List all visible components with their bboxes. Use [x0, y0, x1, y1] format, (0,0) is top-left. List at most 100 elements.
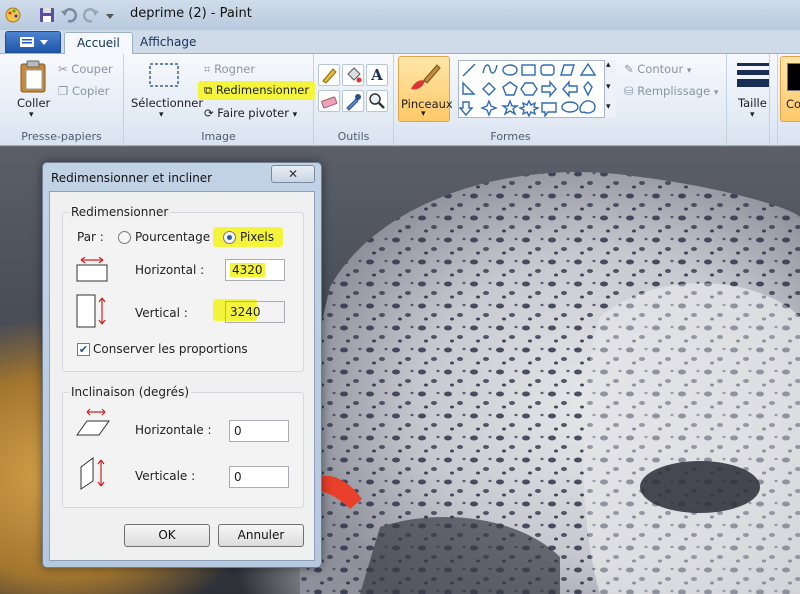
dialog-body: Redimensionner Par : Pourcentage Pixels …	[49, 191, 315, 561]
brushes-dropdown-icon: ▾	[421, 109, 426, 119]
fill-label: Remplissage	[637, 84, 711, 98]
shapes-scrollbar[interactable]: ▴ ▾ ▾	[604, 60, 616, 118]
outline-button[interactable]: ✎ Contour ▾	[624, 62, 691, 76]
dialog-title: Redimensionner et incliner	[51, 171, 213, 185]
ok-button[interactable]: OK	[124, 524, 210, 547]
cut-label: Couper	[71, 62, 113, 76]
select-dropdown-icon[interactable]: ▾	[159, 110, 164, 120]
rotate-icon: ⟳	[204, 106, 214, 120]
horizontal-value: 4320	[230, 263, 265, 277]
rotate-dropdown-icon: ▾	[292, 110, 298, 120]
rotate-button[interactable]: ⟳ Faire pivoter ▾	[204, 106, 297, 120]
percent-radio[interactable]	[118, 231, 131, 244]
pixels-label[interactable]: Pixels	[240, 230, 274, 244]
shapes-icon	[458, 62, 597, 119]
percent-label[interactable]: Pourcentage	[135, 230, 210, 244]
paint-app-icon[interactable]	[4, 6, 22, 24]
image-group: Sélectionner ▾ ⌗ Rogner ⧉ Redimensionner…	[124, 54, 316, 146]
size-dropdown-icon[interactable]: ▾	[750, 110, 755, 120]
resize-icon: ⧉	[204, 83, 213, 97]
color1-swatch	[787, 63, 800, 91]
resize-label: Redimensionner	[215, 83, 310, 97]
brush-icon	[411, 64, 441, 90]
crop-button[interactable]: ⌗ Rogner	[204, 62, 255, 77]
horizontal-resize-icon	[75, 256, 109, 282]
dialog-close-button[interactable]: ✕	[271, 165, 315, 183]
skew-horizontal-value: 0	[234, 424, 242, 438]
size-label[interactable]: Taille	[738, 96, 767, 110]
resize-skew-dialog: Redimensionner et incliner ✕ Redimension…	[42, 162, 322, 568]
color1-button[interactable]: Co	[780, 56, 800, 122]
horizontal-input[interactable]: 4320	[225, 259, 285, 281]
cut-button[interactable]: ✂ Couper	[58, 62, 113, 76]
magnifier-icon[interactable]	[366, 90, 388, 112]
crop-icon: ⌗	[204, 62, 211, 76]
skew-horizontal-input[interactable]: 0	[229, 420, 289, 442]
save-icon[interactable]	[38, 6, 56, 24]
crop-label: Rogner	[214, 62, 256, 76]
fill-dropdown-icon: ▾	[713, 88, 719, 98]
cut-icon: ✂	[58, 62, 68, 76]
paste-icon[interactable]	[18, 60, 48, 97]
resize-by-label: Par :	[77, 230, 104, 244]
vertical-input[interactable]: 3240	[225, 301, 285, 323]
pencil-icon[interactable]	[318, 64, 340, 86]
window-title: deprime (2) - Paint	[130, 6, 252, 21]
select-icon[interactable]	[148, 62, 180, 93]
vertical-resize-icon	[75, 293, 109, 329]
skew-fieldset: Inclinaison (degrés) Horizontale : 0 Ver…	[62, 385, 304, 508]
outline-icon: ✎	[624, 62, 634, 76]
resize-fieldset: Redimensionner Par : Pourcentage Pixels …	[62, 205, 304, 372]
resize-button[interactable]: ⧉ Redimensionner	[198, 81, 316, 100]
clipboard-group-label: Presse-papiers	[21, 130, 102, 143]
paint-menu-button[interactable]	[5, 31, 61, 53]
keep-ratio-label[interactable]: Conserver les proportions	[93, 342, 248, 356]
vertical-value: 3240	[230, 305, 261, 319]
skew-legend: Inclinaison (degrés)	[69, 385, 192, 399]
shapes-group-label: Formes	[490, 130, 531, 143]
copy-icon: ❐	[58, 84, 69, 98]
tab-accueil[interactable]: Accueil	[64, 32, 133, 54]
cancel-button[interactable]: Annuler	[218, 524, 304, 547]
ribbon: Coller ▾ ✂ Couper ❐ Copier Presse-papier…	[0, 54, 800, 146]
checkmark-icon: ✔	[78, 343, 89, 356]
paste-button[interactable]: Coller	[17, 96, 50, 110]
resize-legend: Redimensionner	[69, 205, 171, 219]
title-bar: deprime (2) - Paint	[0, 0, 800, 30]
clipboard-group: Coller ▾ ✂ Couper ❐ Copier Presse-papier…	[0, 54, 124, 146]
fill-icon: ⛁	[624, 84, 634, 98]
copy-button[interactable]: ❐ Copier	[58, 84, 109, 98]
pixels-radio[interactable]	[223, 231, 236, 244]
fill-bucket-icon[interactable]	[342, 64, 364, 86]
color1-label: Co	[786, 97, 800, 111]
skew-vertical-value: 0	[234, 470, 242, 484]
customize-toolbar-icon[interactable]	[104, 6, 116, 24]
menu-icon	[20, 37, 48, 47]
color-picker-icon[interactable]	[342, 90, 364, 112]
gallery-expand-icon[interactable]: ▾	[606, 102, 611, 112]
tab-affichage[interactable]: Affichage	[128, 32, 208, 54]
size-icon[interactable]	[736, 62, 770, 91]
horizontal-label: Horizontal :	[135, 263, 205, 277]
rotate-label: Faire pivoter	[217, 106, 289, 120]
keep-ratio-checkbox[interactable]: ✔	[77, 343, 90, 356]
shapes-gallery[interactable]	[458, 60, 616, 119]
skew-vertical-input[interactable]: 0	[229, 466, 289, 488]
scroll-down-icon[interactable]: ▾	[606, 82, 611, 92]
outline-label: Contour	[637, 62, 684, 76]
scroll-up-icon[interactable]: ▴	[606, 60, 611, 70]
copy-label: Copier	[71, 84, 110, 98]
vertical-skew-icon	[75, 455, 111, 491]
eraser-icon[interactable]	[318, 90, 340, 112]
brushes-label: Pinceaux	[401, 97, 453, 111]
ribbon-tabs: Accueil Affichage	[0, 30, 800, 54]
undo-icon[interactable]	[60, 6, 78, 24]
fill-button[interactable]: ⛁ Remplissage ▾	[624, 84, 718, 98]
paste-dropdown-icon[interactable]: ▾	[29, 110, 34, 120]
text-tool-icon[interactable]: A	[366, 64, 388, 86]
redo-icon[interactable]	[82, 6, 100, 24]
select-button[interactable]: Sélectionner	[131, 96, 203, 110]
image-group-label: Image	[201, 130, 236, 143]
brushes-button[interactable]: Pinceaux ▾	[398, 56, 453, 122]
horizontal-skew-icon	[75, 408, 111, 439]
